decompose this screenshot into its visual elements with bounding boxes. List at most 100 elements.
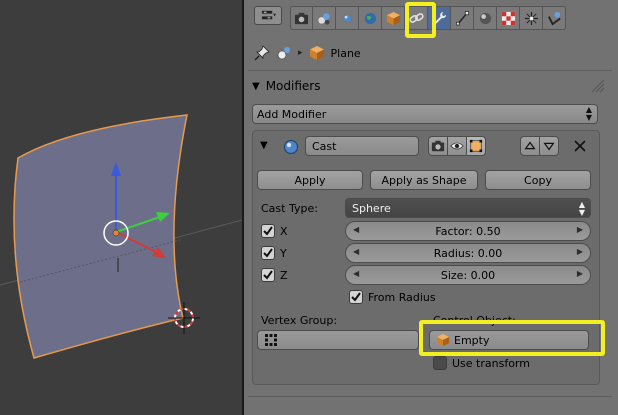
- axis-y-checkbox[interactable]: [261, 246, 275, 260]
- tab-constraints[interactable]: [405, 6, 428, 30]
- scene-context-icon: [276, 45, 292, 61]
- cube-icon: [386, 11, 400, 25]
- texture-icon: [501, 11, 515, 25]
- tab-scene[interactable]: [336, 6, 359, 30]
- decrement-arrow-icon[interactable]: ◀: [353, 247, 359, 256]
- editor-type-button[interactable]: [254, 6, 282, 25]
- tab-render-layers[interactable]: [313, 6, 336, 30]
- vertex-group-icon: [265, 334, 277, 346]
- editor-type-icon: [261, 10, 276, 20]
- apply-button[interactable]: Apply: [257, 170, 363, 190]
- pin-icon[interactable]: [254, 45, 270, 61]
- viewport-canvas: [0, 114, 242, 359]
- control-object-field[interactable]: Empty: [429, 330, 589, 350]
- axis-z-checkbox[interactable]: [261, 268, 275, 282]
- copy-button[interactable]: Copy: [485, 170, 591, 190]
- modifiers-panel-title: Modifiers: [265, 79, 321, 93]
- tab-data[interactable]: [451, 6, 474, 30]
- tab-material[interactable]: [474, 6, 497, 30]
- checkmark-icon: [263, 226, 273, 236]
- tab-world[interactable]: [359, 6, 382, 30]
- show-editmode-toggle[interactable]: [466, 136, 486, 156]
- modifier-name-value: Cast: [312, 139, 337, 153]
- use-transform-checkbox[interactable]: [433, 356, 447, 370]
- context-tabs: [290, 6, 566, 30]
- divider: [248, 70, 612, 71]
- add-modifier-dropdown[interactable]: Add Modifier ▲ ▼: [252, 104, 598, 124]
- axis-z-label: Z: [280, 269, 288, 282]
- breadcrumb-object-name: Plane: [330, 46, 361, 60]
- tab-modifiers[interactable]: [428, 6, 451, 30]
- cast-type-value: Sphere: [352, 201, 391, 215]
- control-object-value: Empty: [454, 333, 490, 347]
- radius-value: Radius: 0.00: [433, 246, 503, 260]
- vertex-data-icon: [455, 10, 469, 25]
- checkmark-icon: [351, 292, 361, 302]
- tab-texture[interactable]: [497, 6, 520, 30]
- collapse-triangle-icon[interactable]: ▼: [252, 81, 260, 92]
- camera-icon: [294, 12, 309, 24]
- axis-y-label: Y: [280, 247, 287, 260]
- properties-editor: ▸ Plane ▼ Modifiers Add Modifier ▲ ▼ ▼ Ca…: [244, 0, 618, 415]
- tab-particles[interactable]: [520, 6, 543, 30]
- cast-type-dropdown[interactable]: Sphere ▲ ▼: [345, 198, 591, 218]
- size-field[interactable]: ◀ Size: 0.00 ▶: [345, 265, 591, 285]
- modifier-name-field[interactable]: Cast: [305, 136, 419, 156]
- eye-icon: [450, 142, 464, 150]
- tab-render[interactable]: [290, 6, 313, 30]
- cast-modifier-panel: ▼ Cast Apply Apply as Shape Copy Cast Ty…: [252, 130, 600, 385]
- arrow-down-icon: [543, 142, 555, 151]
- world-icon: [364, 12, 376, 24]
- apply-button-label: Apply: [294, 173, 326, 187]
- axis-x-checkbox[interactable]: [261, 224, 275, 238]
- dropdown-arrows-icon: ▲ ▼: [578, 200, 585, 217]
- checkmark-icon: [263, 270, 273, 280]
- cast-modifier-icon: [284, 140, 298, 154]
- particles-icon: [524, 11, 538, 25]
- add-modifier-label: Add Modifier: [257, 107, 327, 121]
- move-up-button[interactable]: [520, 136, 540, 156]
- scene-icon: [341, 12, 353, 24]
- axis-x-label: X: [280, 225, 288, 238]
- checkmark-icon: [263, 248, 273, 258]
- increment-arrow-icon[interactable]: ▶: [577, 247, 583, 256]
- factor-field[interactable]: ◀ Factor: 0.50 ▶: [345, 221, 591, 241]
- 3d-viewport[interactable]: [0, 0, 242, 415]
- divider: [248, 396, 612, 397]
- vertex-group-field[interactable]: [257, 330, 419, 350]
- decrement-arrow-icon[interactable]: ◀: [353, 269, 359, 278]
- close-icon[interactable]: [573, 139, 587, 153]
- layers-icon: [317, 12, 330, 25]
- modifiers-panel-header[interactable]: ▼ Modifiers: [252, 76, 320, 96]
- move-down-button[interactable]: [539, 136, 559, 156]
- increment-arrow-icon[interactable]: ▶: [577, 225, 583, 234]
- copy-button-label: Copy: [524, 173, 552, 187]
- control-object-label: Control Object:: [433, 314, 516, 327]
- breadcrumb-separator-icon: ▸: [298, 48, 303, 58]
- show-render-toggle[interactable]: [428, 136, 448, 156]
- radius-field[interactable]: ◀ Radius: 0.00 ▶: [345, 243, 591, 263]
- expand-triangle-icon[interactable]: ▼: [260, 140, 268, 151]
- increment-arrow-icon[interactable]: ▶: [577, 269, 583, 278]
- decrement-arrow-icon[interactable]: ◀: [353, 225, 359, 234]
- show-viewport-toggle[interactable]: [447, 136, 467, 156]
- arrow-up-icon: [524, 141, 536, 150]
- from-radius-label: From Radius: [368, 291, 436, 304]
- from-radius-checkbox[interactable]: [349, 290, 363, 304]
- chain-icon: [408, 12, 424, 23]
- use-transform-label: Use transform: [452, 357, 530, 370]
- editmode-icon: [469, 139, 483, 153]
- tab-physics[interactable]: [543, 6, 566, 30]
- breadcrumb: ▸ Plane: [254, 42, 361, 64]
- factor-value: Factor: 0.50: [435, 224, 501, 238]
- dropdown-arrows-icon: ▲ ▼: [585, 105, 592, 122]
- cast-type-label: Cast Type:: [261, 202, 318, 215]
- object-origin: [112, 229, 120, 237]
- object-cube-icon: [309, 45, 325, 61]
- panel-drag-handle-icon[interactable]: [592, 74, 604, 94]
- physics-icon: [547, 11, 561, 26]
- wrench-icon: [433, 11, 446, 25]
- tab-object[interactable]: [382, 6, 405, 30]
- apply-as-shape-button[interactable]: Apply as Shape: [370, 170, 478, 190]
- vertex-group-label: Vertex Group:: [261, 314, 338, 327]
